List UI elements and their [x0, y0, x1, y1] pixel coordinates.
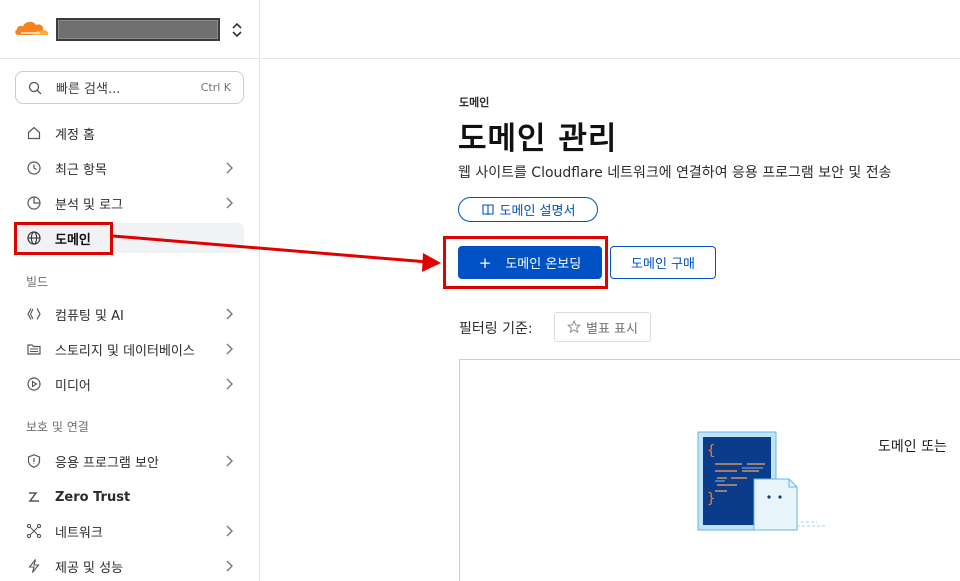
sidebar-header	[0, 0, 260, 59]
buy-domain-label: 도메인 구매	[631, 257, 695, 272]
starred-filter-label: 별표 표시	[586, 321, 638, 337]
breadcrumb[interactable]: 도메인	[459, 94, 489, 110]
sidebar-item-label: 제공 및 성능	[55, 560, 124, 576]
buy-domain-button[interactable]: 도메인 구매	[610, 246, 716, 279]
sidebar-item-compute[interactable]: 컴퓨팅 및 AI	[15, 299, 244, 329]
chevron-right-icon	[226, 560, 233, 572]
zero-trust-icon	[28, 492, 39, 502]
sidebar-item-appsec[interactable]: 응용 프로그램 보안	[15, 446, 244, 476]
sidebar-item-zerotrust[interactable]: Zero Trust	[15, 482, 244, 512]
sidebar-item-label: 네트워크	[55, 525, 103, 541]
sidebar-item-home[interactable]: 계정 홈	[15, 118, 244, 148]
clock-icon	[27, 161, 41, 175]
storage-icon	[27, 344, 41, 355]
sidebar-item-label: 미디어	[55, 378, 91, 394]
starred-filter-button[interactable]: 별표 표시	[554, 312, 651, 342]
page-description: 웹 사이트를 Cloudflare 네트워크에 연결하여 응용 프로그램 보안 …	[458, 165, 892, 181]
page-title: 도메인 관리	[458, 121, 618, 157]
sidebar-item-label: 분석 및 로그	[55, 197, 124, 213]
search-placeholder: 빠른 검색...	[56, 82, 121, 97]
svg-text:}: }	[707, 491, 715, 507]
account-selector[interactable]	[56, 18, 220, 41]
section-label-build: 빌드	[26, 275, 49, 289]
cloudflare-logo-icon[interactable]	[13, 17, 51, 39]
chevron-right-icon	[226, 162, 233, 174]
empty-state-text: 도메인 또는	[878, 439, 947, 455]
sidebar-item-label: 최근 항목	[55, 162, 107, 178]
sidebar-item-recent[interactable]: 최근 항목	[15, 153, 244, 183]
chart-pie-icon	[27, 196, 41, 210]
sidebar-item-label: 계정 홈	[55, 127, 96, 143]
sidebar-item-delivery[interactable]: 제공 및 성능	[15, 551, 244, 581]
svg-text:{: {	[707, 443, 715, 459]
filter-label: 필터링 기준:	[459, 321, 533, 337]
sidebar-item-label: 응용 프로그램 보안	[55, 455, 159, 471]
annotation-highlight-onboard	[443, 236, 608, 289]
sidebar-item-media[interactable]: 미디어	[15, 369, 244, 399]
chevron-right-icon	[226, 197, 233, 209]
domain-docs-label: 도메인 설명서	[499, 204, 576, 219]
sidebar: 빠른 검색... Ctrl K 계정 홈 최근 항목 분석 및 로그 도메인 빌…	[0, 0, 260, 581]
sidebar-item-label: 컴퓨팅 및 AI	[55, 308, 124, 324]
bolt-icon	[28, 559, 40, 573]
chevron-right-icon	[226, 455, 233, 467]
play-icon	[27, 377, 41, 391]
shield-icon	[27, 454, 41, 468]
search-shortcut: Ctrl K	[200, 81, 231, 94]
sidebar-item-label: Zero Trust	[55, 489, 131, 505]
chevron-right-icon	[226, 378, 233, 390]
chevron-right-icon	[226, 308, 233, 320]
empty-state-illustration-icon: { }	[697, 431, 827, 531]
sidebar-item-network[interactable]: 네트워크	[15, 516, 244, 546]
section-label-protect: 보호 및 연결	[26, 420, 89, 434]
sidebar-item-label: 스토리지 및 데이터베이스	[55, 343, 195, 359]
search-input[interactable]: 빠른 검색... Ctrl K	[15, 71, 244, 104]
network-icon	[26, 523, 42, 539]
annotation-highlight-domains	[14, 222, 113, 255]
compute-icon	[27, 308, 41, 320]
chevron-up-down-icon[interactable]	[229, 21, 245, 39]
domain-docs-button[interactable]: 도메인 설명서	[458, 197, 598, 222]
star-icon	[567, 320, 581, 334]
chevron-right-icon	[226, 343, 233, 355]
home-icon	[27, 126, 41, 140]
sidebar-item-storage[interactable]: 스토리지 및 데이터베이스	[15, 334, 244, 364]
book-icon	[481, 203, 494, 215]
top-bar	[261, 0, 960, 59]
sidebar-item-analytics[interactable]: 분석 및 로그	[15, 188, 244, 218]
search-icon	[28, 81, 42, 94]
chevron-right-icon	[226, 525, 233, 537]
